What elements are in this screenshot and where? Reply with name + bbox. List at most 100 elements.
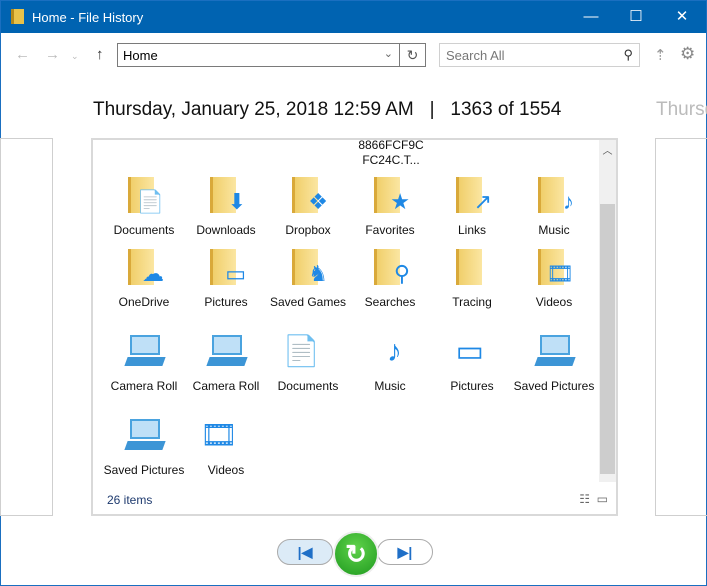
address-text: Home [123,48,158,63]
file-item-label: Dropbox [285,223,331,237]
pictures-library-icon: ▭ [455,335,484,368]
help-icon[interactable]: ⇡ [654,46,667,64]
file-item[interactable]: 📄 Documents [103,172,185,244]
toolbar: ← → ⌄ ↑ Home ⌄ ↻ Search All ⚲ ⇡ ⚙ [1,41,706,71]
window-title: Home - File History [32,10,144,25]
file-item[interactable]: ▭ Pictures [185,244,267,328]
file-item[interactable]: ▭ Pictures [431,328,513,412]
previous-version-button[interactable]: |◀ [277,539,333,565]
file-item[interactable]: ★ Favorites [349,172,431,244]
file-item-label: Downloads [196,223,256,237]
file-item-label: OneDrive [118,295,170,309]
restore-button[interactable]: ↻ [333,531,379,577]
restore-icon: ↻ [345,539,367,569]
pictures-folder-icon: ▭ [206,245,246,285]
file-item[interactable]: ⬇ Downloads [185,172,267,244]
file-item-label: Music [374,379,406,393]
searches-folder-icon: ⚲ [370,245,410,285]
file-item[interactable]: ⚲ Searches [349,244,431,328]
item-count: 26 items [107,493,153,507]
file-item-label: Videos [207,463,245,477]
file-item-label: Saved Pictures [103,463,185,477]
file-item[interactable]: ♞ Saved Games [267,244,349,328]
file-item[interactable]: ❖ Dropbox [267,172,349,244]
file-item-label: Tracing [452,295,492,309]
refresh-button[interactable]: ↻ [399,43,426,67]
file-item[interactable]: Camera Roll [185,328,267,412]
next-version-button[interactable]: ▶| [377,539,433,565]
file-item-label: Documents [113,223,175,237]
file-item[interactable]: 🎞 Videos [185,412,267,492]
file-item[interactable]: Camera Roll [103,328,185,412]
status-bar: 26 items ☷ ▭ [93,484,616,514]
music-folder-icon: ♪ [534,173,574,213]
snapshot-date: Thursday, January 25, 2018 12:59 AM | 13… [93,99,561,121]
library-drive-icon [206,329,248,369]
file-item-label: Camera Roll [192,379,260,393]
chevron-down-icon[interactable]: ⌄ [384,47,393,60]
scrollbar-thumb[interactable] [600,204,615,474]
file-item[interactable]: Saved Pictures [513,328,595,412]
file-item-label: Searches [364,295,416,309]
title-bar: Home - File History — ☐ ✕ [1,1,706,33]
close-button[interactable]: ✕ [659,1,705,33]
file-item-label: Videos [535,295,573,309]
file-item-label: Links [457,223,486,237]
documents-folder-icon: 📄 [124,173,164,213]
next-snapshot-date[interactable]: Thursday [656,99,707,121]
details-view-icon[interactable]: ☷ [579,492,590,506]
file-item[interactable]: 🎞 Videos [513,244,595,328]
file-item-label: Documents [277,379,339,393]
file-item[interactable]: 📄 Documents [267,328,349,412]
library-drive-icon [124,329,166,369]
large-icons-view-icon[interactable]: ▭ [597,492,608,506]
file-item-label: Music [538,223,570,237]
back-arrow-icon[interactable]: ← [15,46,30,63]
recent-chevron-icon[interactable]: ⌄ [71,51,79,62]
file-item[interactable]: ↗ Links [431,172,513,244]
file-item[interactable]: ☁ OneDrive [103,244,185,328]
music-library-icon: ♪ [387,335,402,368]
file-item-label: Saved Pictures [513,379,595,393]
search-icon: ⚲ [623,47,633,62]
library-drive-icon [124,413,166,453]
file-item[interactable]: Tracing [431,244,513,328]
file-item[interactable]: ♪ Music [513,172,595,244]
playback-controls: |◀ ▶| ↻ [277,531,434,577]
up-arrow-icon[interactable]: ↑ [96,46,104,63]
search-placeholder: Search All [446,48,505,63]
maximize-button[interactable]: ☐ [613,1,659,33]
file-item-label: Favorites [365,223,415,237]
file-item-label: Saved Games [269,295,347,309]
separator: | [429,99,435,120]
scroll-up-icon[interactable]: ︿ [599,142,616,157]
minimize-button[interactable]: — [568,1,614,33]
links-folder-icon: ↗ [452,173,492,213]
file-item[interactable]: ♪ Music [349,328,431,412]
address-bar[interactable]: Home ⌄ [117,43,400,67]
dropbox-folder-icon: ❖ [288,173,328,213]
next-snapshot-panel[interactable] [655,138,707,516]
date-text: Thursday, January 25, 2018 12:59 AM [93,99,414,120]
downloads-folder-icon: ⬇ [206,173,246,213]
tracing-folder-icon [452,245,492,285]
onedrive-folder-icon: ☁ [124,245,164,285]
partial-item-label[interactable]: 8866FCF9C FC24C.T... [355,138,427,168]
vertical-scrollbar[interactable]: ︿ [599,140,616,482]
snapshot-panel: 8866FCF9C FC24C.T... 📄 Documents ⬇ Download… [91,138,618,516]
gear-icon[interactable]: ⚙ [680,44,695,64]
previous-snapshot-panel[interactable] [0,138,53,516]
forward-arrow-icon[interactable]: → [45,46,60,63]
file-grid: 📄 Documents ⬇ Downloads ❖ Dropbox ★ Favorites ↗ L… [93,172,595,492]
file-item-label: Pictures [450,379,494,393]
file-item-label: Pictures [204,295,248,309]
snapshot-position: 1363 of 1554 [450,99,562,120]
search-input[interactable]: Search All ⚲ [439,43,640,67]
videos-library-icon: 🎞 [199,419,238,452]
file-item[interactable]: Saved Pictures [103,412,185,492]
file-item-label: Camera Roll [110,379,178,393]
saved-games-folder-icon: ♞ [288,245,328,285]
videos-folder-icon: 🎞 [534,245,574,285]
view-toggle: ☷ ▭ [579,492,608,506]
documents-library-icon: 📄 [282,335,320,368]
